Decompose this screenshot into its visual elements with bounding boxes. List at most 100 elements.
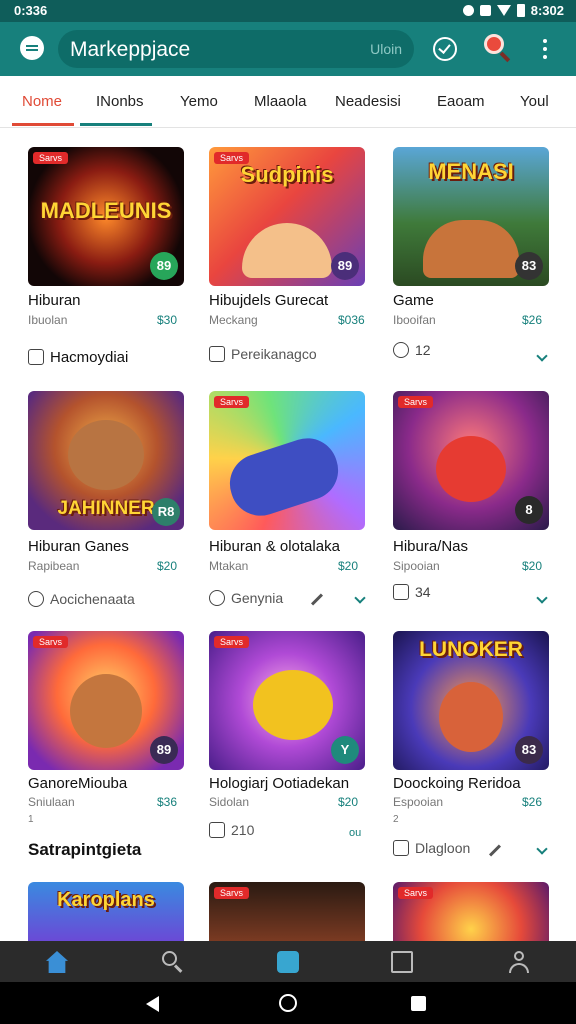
card-action[interactable]: Genynia: [209, 590, 283, 606]
game-card-image[interactable]: Sarvs: [393, 882, 549, 941]
game-card-image[interactable]: Sarvs Sudpinis 89: [209, 147, 365, 286]
bottom-navigation: [0, 941, 576, 982]
card-action-label: Dlagloon: [415, 840, 471, 856]
card-action[interactable]: 210: [209, 822, 254, 838]
card-corner-icon[interactable]: 89: [150, 736, 178, 764]
card-badge: Sarvs: [398, 887, 434, 899]
game-card-image[interactable]: Sarvs Y: [209, 631, 365, 770]
card-action[interactable]: Hacmoydiai: [28, 349, 128, 366]
game-card-image[interactable]: Sarvs: [209, 391, 365, 530]
wifi-icon: [496, 5, 511, 16]
game-card-image[interactable]: Sarvs 8: [393, 391, 549, 530]
edit-icon[interactable]: [310, 593, 324, 606]
check-icon[interactable]: [433, 37, 457, 61]
back-icon[interactable]: [146, 996, 159, 1012]
card-corner-icon[interactable]: 83: [515, 252, 543, 280]
game-card-image[interactable]: LUNOKER 83: [393, 631, 549, 770]
game-card-image[interactable]: JAHINNER R8: [28, 391, 184, 530]
card-subtitle: Sidolan: [209, 795, 250, 809]
card-price: $36: [157, 795, 178, 809]
secondary-tab-indicator: [80, 123, 152, 126]
card-action[interactable]: Dlagloon: [393, 840, 470, 856]
chevron-down-icon[interactable]: [536, 843, 548, 855]
card-art-title: MADLEUNIS: [40, 197, 172, 223]
status-time-right: 8:302: [530, 3, 564, 18]
chevron-down-icon[interactable]: [536, 350, 548, 362]
card-title[interactable]: Hologiarj Ootiadekan: [209, 775, 349, 792]
tab-yemo[interactable]: Yemo: [180, 93, 218, 110]
status-bar: 0:336 8:302: [0, 0, 576, 22]
card-action[interactable]: 12: [393, 342, 431, 358]
chevron-down-icon[interactable]: [354, 592, 366, 604]
card-corner-icon[interactable]: 89: [331, 252, 359, 280]
search-hint: Uloin: [370, 41, 402, 57]
edit-icon[interactable]: [488, 844, 502, 857]
card-art-title: Sudpinis: [240, 161, 334, 187]
tab-nome[interactable]: Nome: [22, 93, 62, 110]
card-badge: Sarvs: [33, 636, 69, 648]
status-time: 0:336: [14, 3, 48, 18]
battery-icon: [516, 4, 525, 17]
library-icon[interactable]: [391, 951, 413, 973]
more-options-icon[interactable]: [543, 39, 548, 59]
card-corner-icon[interactable]: R8: [152, 498, 180, 526]
card-badge: Sarvs: [398, 396, 434, 408]
game-card-image[interactable]: Sarvs MADLEUNIS 89: [28, 147, 184, 286]
card-subtitle: Ibooifan: [393, 313, 436, 327]
card-price: $036: [338, 313, 365, 327]
game-card-image[interactable]: Karoplans: [28, 882, 184, 941]
card-meta: 2: [393, 814, 399, 825]
card-corner-icon[interactable]: 83: [515, 736, 543, 764]
card-action[interactable]: Aocichenaata: [28, 591, 135, 607]
document-icon: [28, 349, 44, 365]
menu-icon[interactable]: [20, 36, 44, 60]
active-tab-indicator: [12, 123, 74, 126]
home-circle-icon[interactable]: [279, 994, 297, 1012]
card-corner-icon[interactable]: 89: [150, 252, 178, 280]
card-meta: 1: [28, 814, 34, 825]
card-price: $20: [157, 559, 178, 573]
recents-icon[interactable]: [411, 996, 426, 1011]
card-badge: Sarvs: [214, 396, 250, 408]
card-title[interactable]: GanoreMiouba: [28, 775, 127, 792]
search-icon[interactable]: [162, 951, 184, 973]
store-icon[interactable]: [277, 951, 299, 973]
card-title[interactable]: Hiburan: [28, 292, 81, 309]
card-title[interactable]: Hibujdels Gurecat: [209, 292, 328, 309]
card-corner-icon[interactable]: Y: [331, 736, 359, 764]
profile-icon[interactable]: [508, 951, 530, 973]
card-title[interactable]: Game: [393, 292, 434, 309]
card-price: $30: [157, 313, 178, 327]
card-action-label: Genynia: [231, 590, 284, 606]
card-action-label: Aocichenaata: [50, 591, 135, 607]
tab-inonbs[interactable]: INonbs: [96, 93, 144, 110]
card-action[interactable]: 34: [393, 584, 431, 600]
game-card-image[interactable]: Sarvs: [209, 882, 365, 941]
card-action[interactable]: Pereikanagco: [209, 346, 317, 362]
card-title[interactable]: Hibura/Nas: [393, 538, 468, 555]
card-character: [436, 436, 506, 502]
game-card-image[interactable]: MENASI 83: [393, 147, 549, 286]
chevron-down-icon[interactable]: [536, 592, 548, 604]
image-icon: [393, 840, 409, 856]
game-card-image[interactable]: Sarvs 89: [28, 631, 184, 770]
card-action-label: Pereikanagco: [231, 346, 317, 362]
tab-neadesisi[interactable]: Neadesisi: [335, 93, 401, 110]
card-subtitle: Meckang: [209, 313, 258, 327]
card-price: $26: [522, 795, 543, 809]
card-title[interactable]: Hiburan Ganes: [28, 538, 129, 555]
card-action-label: 210: [231, 822, 255, 838]
tab-mlaaola[interactable]: Mlaaola: [254, 93, 307, 110]
search-bar[interactable]: Markeppjace Uloin: [58, 30, 414, 68]
card-action-label: Hacmoydiai: [50, 349, 129, 366]
card-subtitle: Sniulaan: [28, 795, 75, 809]
tab-youl[interactable]: Youl: [520, 93, 549, 110]
signal-icon: [479, 5, 491, 16]
card-title[interactable]: Doockoing Reridoa: [393, 775, 521, 792]
tab-eaoam[interactable]: Eaoam: [437, 93, 485, 110]
card-title[interactable]: Hiburan & olotalaka: [209, 538, 340, 555]
card-corner-icon[interactable]: 8: [515, 496, 543, 524]
search-lens-icon[interactable]: [484, 34, 511, 63]
home-icon[interactable]: [46, 951, 68, 973]
card-action-label: 12: [415, 342, 431, 358]
